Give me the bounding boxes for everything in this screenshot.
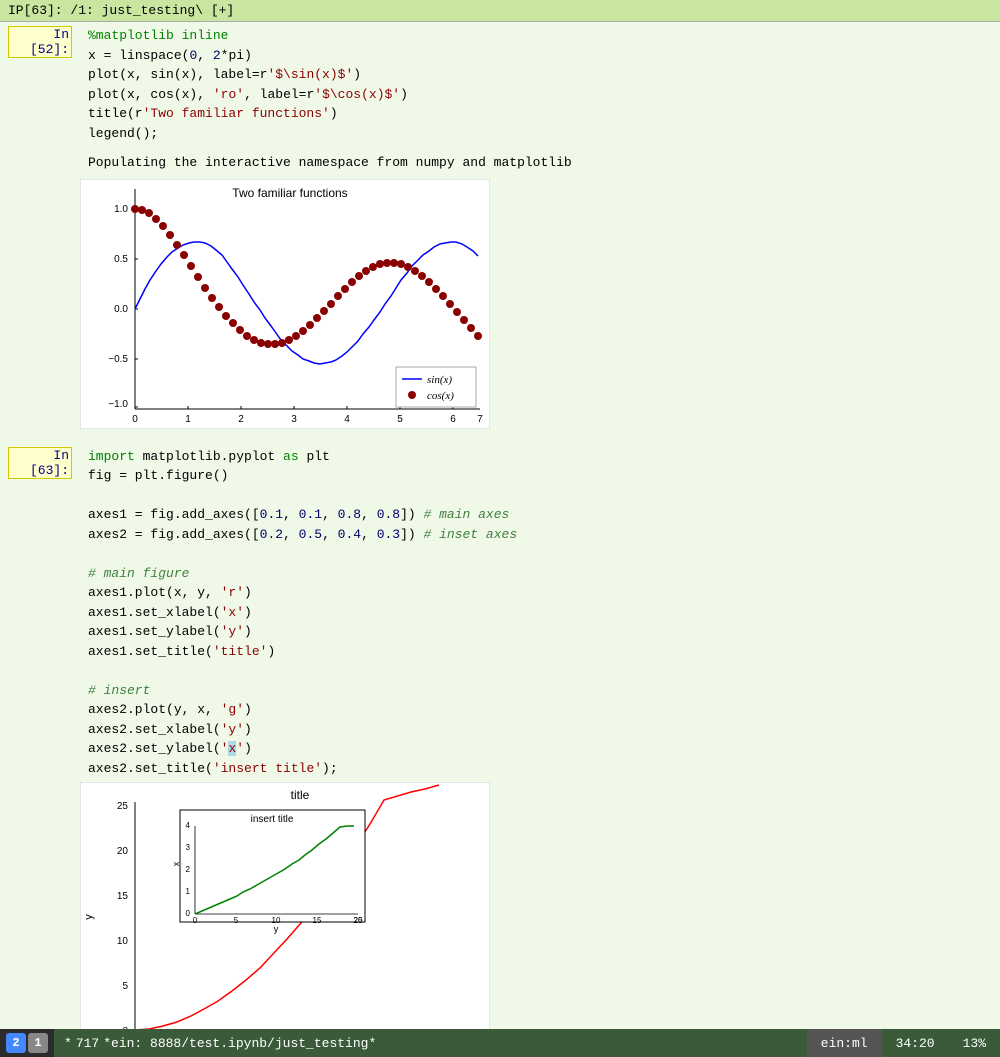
svg-text:4: 4 <box>344 414 350 425</box>
svg-text:2: 2 <box>238 414 244 425</box>
plot2-inset-ylabel: x <box>171 861 181 866</box>
plot1-legend-sin: sin(x) <box>427 374 452 386</box>
cell-52-line-1: %matplotlib inline <box>88 26 992 46</box>
svg-text:25: 25 <box>354 916 363 925</box>
plot1-container: Two familiar functions 1.0 0.5 0.0 −0.5 … <box>80 179 1000 433</box>
cell-63-blank-3 <box>88 661 992 681</box>
cell-52-bracket: In [52]: <box>8 26 72 58</box>
status-mode-text: ein:ml <box>821 1036 868 1051</box>
svg-text:1.0: 1.0 <box>114 204 128 215</box>
cell-63-bracket: In [63]: <box>8 447 72 479</box>
svg-text:1: 1 <box>186 887 191 896</box>
cell-52: In [52]: %matplotlib inline x = linspace… <box>0 22 1000 147</box>
title-text: IP[63]: /1: just_testing\ [+] <box>8 3 234 18</box>
svg-text:6: 6 <box>450 414 456 425</box>
plot2-container: title 0 5 10 15 20 25 y 0 1 2 3 4 5 <box>80 782 1000 1029</box>
status-star: * <box>64 1036 72 1051</box>
cell-63-content[interactable]: import matplotlib.pyplot as plt fig = pl… <box>80 443 1000 783</box>
plot2-svg: title 0 5 10 15 20 25 y 0 1 2 3 4 5 <box>80 782 490 1029</box>
svg-text:0: 0 <box>132 414 138 425</box>
plot2-inset-xlabel: y <box>274 924 279 934</box>
cell-63-line-3: axes1 = fig.add_axes([0.1, 0.1, 0.8, 0.8… <box>88 505 992 525</box>
cell-63-blank-1 <box>88 486 992 506</box>
svg-text:15: 15 <box>313 916 322 925</box>
plot1-legend-cos: cos(x) <box>427 390 454 402</box>
cell-52-content[interactable]: %matplotlib inline x = linspace(0, 2*pi)… <box>80 22 1000 147</box>
svg-text:1: 1 <box>185 414 191 425</box>
status-cell-count: 717 <box>76 1036 99 1051</box>
cell-63-line-5: # main figure <box>88 564 992 584</box>
cell-63-line-10: # insert <box>88 681 992 701</box>
cell-52-line-3: plot(x, sin(x), label=r'$\sin(x)$') <box>88 65 992 85</box>
svg-text:15: 15 <box>117 891 129 902</box>
cell-63-line-13: axes2.set_ylabel('x') <box>88 739 992 759</box>
svg-text:3: 3 <box>291 414 297 425</box>
svg-text:−1.0: −1.0 <box>108 399 128 410</box>
status-main: * 717 *ein: 8888/test.ipynb/just_testing… <box>54 1029 807 1057</box>
svg-text:25: 25 <box>117 801 129 812</box>
cell-63-line-2: fig = plt.figure() <box>88 466 992 486</box>
cell-63-line-4: axes2 = fig.add_axes([0.2, 0.5, 0.4, 0.3… <box>88 525 992 545</box>
cell-63-line-14: axes2.set_title('insert title'); <box>88 759 992 779</box>
svg-text:0: 0 <box>193 916 198 925</box>
cell-63-prompt: In [63]: <box>0 443 80 783</box>
status-position: 34:20 <box>882 1029 949 1057</box>
status-num-1[interactable]: 1 <box>28 1033 48 1053</box>
svg-text:5: 5 <box>397 414 403 425</box>
svg-text:7: 7 <box>477 414 483 425</box>
cell-63: In [63]: import matplotlib.pyplot as plt… <box>0 443 1000 783</box>
status-num-2[interactable]: 2 <box>6 1033 26 1053</box>
status-percent: 13% <box>949 1029 1000 1057</box>
status-mode: ein:ml <box>807 1029 882 1057</box>
svg-text:−0.5: −0.5 <box>108 354 128 365</box>
plot1-title: Two familiar functions <box>232 186 347 200</box>
svg-text:3: 3 <box>186 843 191 852</box>
status-percent-text: 13% <box>963 1036 986 1051</box>
cell-63-line-6: axes1.plot(x, y, 'r') <box>88 583 992 603</box>
cell-52-output-row: Populating the interactive namespace fro… <box>0 147 1000 179</box>
plot2-ylabel: y <box>83 914 95 920</box>
svg-text:4: 4 <box>186 821 191 830</box>
svg-text:10: 10 <box>117 936 129 947</box>
cell-63-blank-2 <box>88 544 992 564</box>
cell-63-line-11: axes2.plot(y, x, 'g') <box>88 700 992 720</box>
svg-text:5: 5 <box>234 916 239 925</box>
svg-text:0.5: 0.5 <box>114 254 128 265</box>
svg-text:0.0: 0.0 <box>114 304 128 315</box>
cell-52-prompt: In [52]: <box>0 22 80 147</box>
cell-63-line-12: axes2.set_xlabel('y') <box>88 720 992 740</box>
plot2-inset-title: insert title <box>251 814 294 825</box>
svg-text:20: 20 <box>117 846 129 857</box>
cell-63-line-7: axes1.set_xlabel('x') <box>88 603 992 623</box>
svg-text:0: 0 <box>186 909 191 918</box>
cell-63-line-8: axes1.set_ylabel('y') <box>88 622 992 642</box>
notebook[interactable]: In [52]: %matplotlib inline x = linspace… <box>0 22 1000 1029</box>
cell-52-line-5: title(r'Two familiar functions') <box>88 104 992 124</box>
plot1-svg: Two familiar functions 1.0 0.5 0.0 −0.5 … <box>80 179 490 429</box>
cell-52-line-4: plot(x, cos(x), 'ro', label=r'$\cos(x)$'… <box>88 85 992 105</box>
cell-52-output-prompt <box>0 147 80 179</box>
svg-text:2: 2 <box>186 865 191 874</box>
cell-52-line-6: legend(); <box>88 124 992 144</box>
status-filename: *ein: 8888/test.ipynb/just_testing* <box>103 1036 376 1051</box>
cell-52-output-content: Populating the interactive namespace fro… <box>80 147 1000 179</box>
plot2-main-title: title <box>291 788 310 802</box>
status-position-text: 34:20 <box>896 1036 935 1051</box>
svg-text:5: 5 <box>122 981 128 992</box>
cell-63-line-9: axes1.set_title('title') <box>88 642 992 662</box>
cell-52-output-text: Populating the interactive namespace fro… <box>88 151 992 175</box>
status-cell-numbers: 2 1 <box>0 1033 54 1053</box>
status-bar: 2 1 * 717 *ein: 8888/test.ipynb/just_tes… <box>0 1029 1000 1057</box>
cell-52-line-2: x = linspace(0, 2*pi) <box>88 46 992 66</box>
cell-63-line-1: import matplotlib.pyplot as plt <box>88 447 992 467</box>
title-bar: IP[63]: /1: just_testing\ [+] <box>0 0 1000 22</box>
